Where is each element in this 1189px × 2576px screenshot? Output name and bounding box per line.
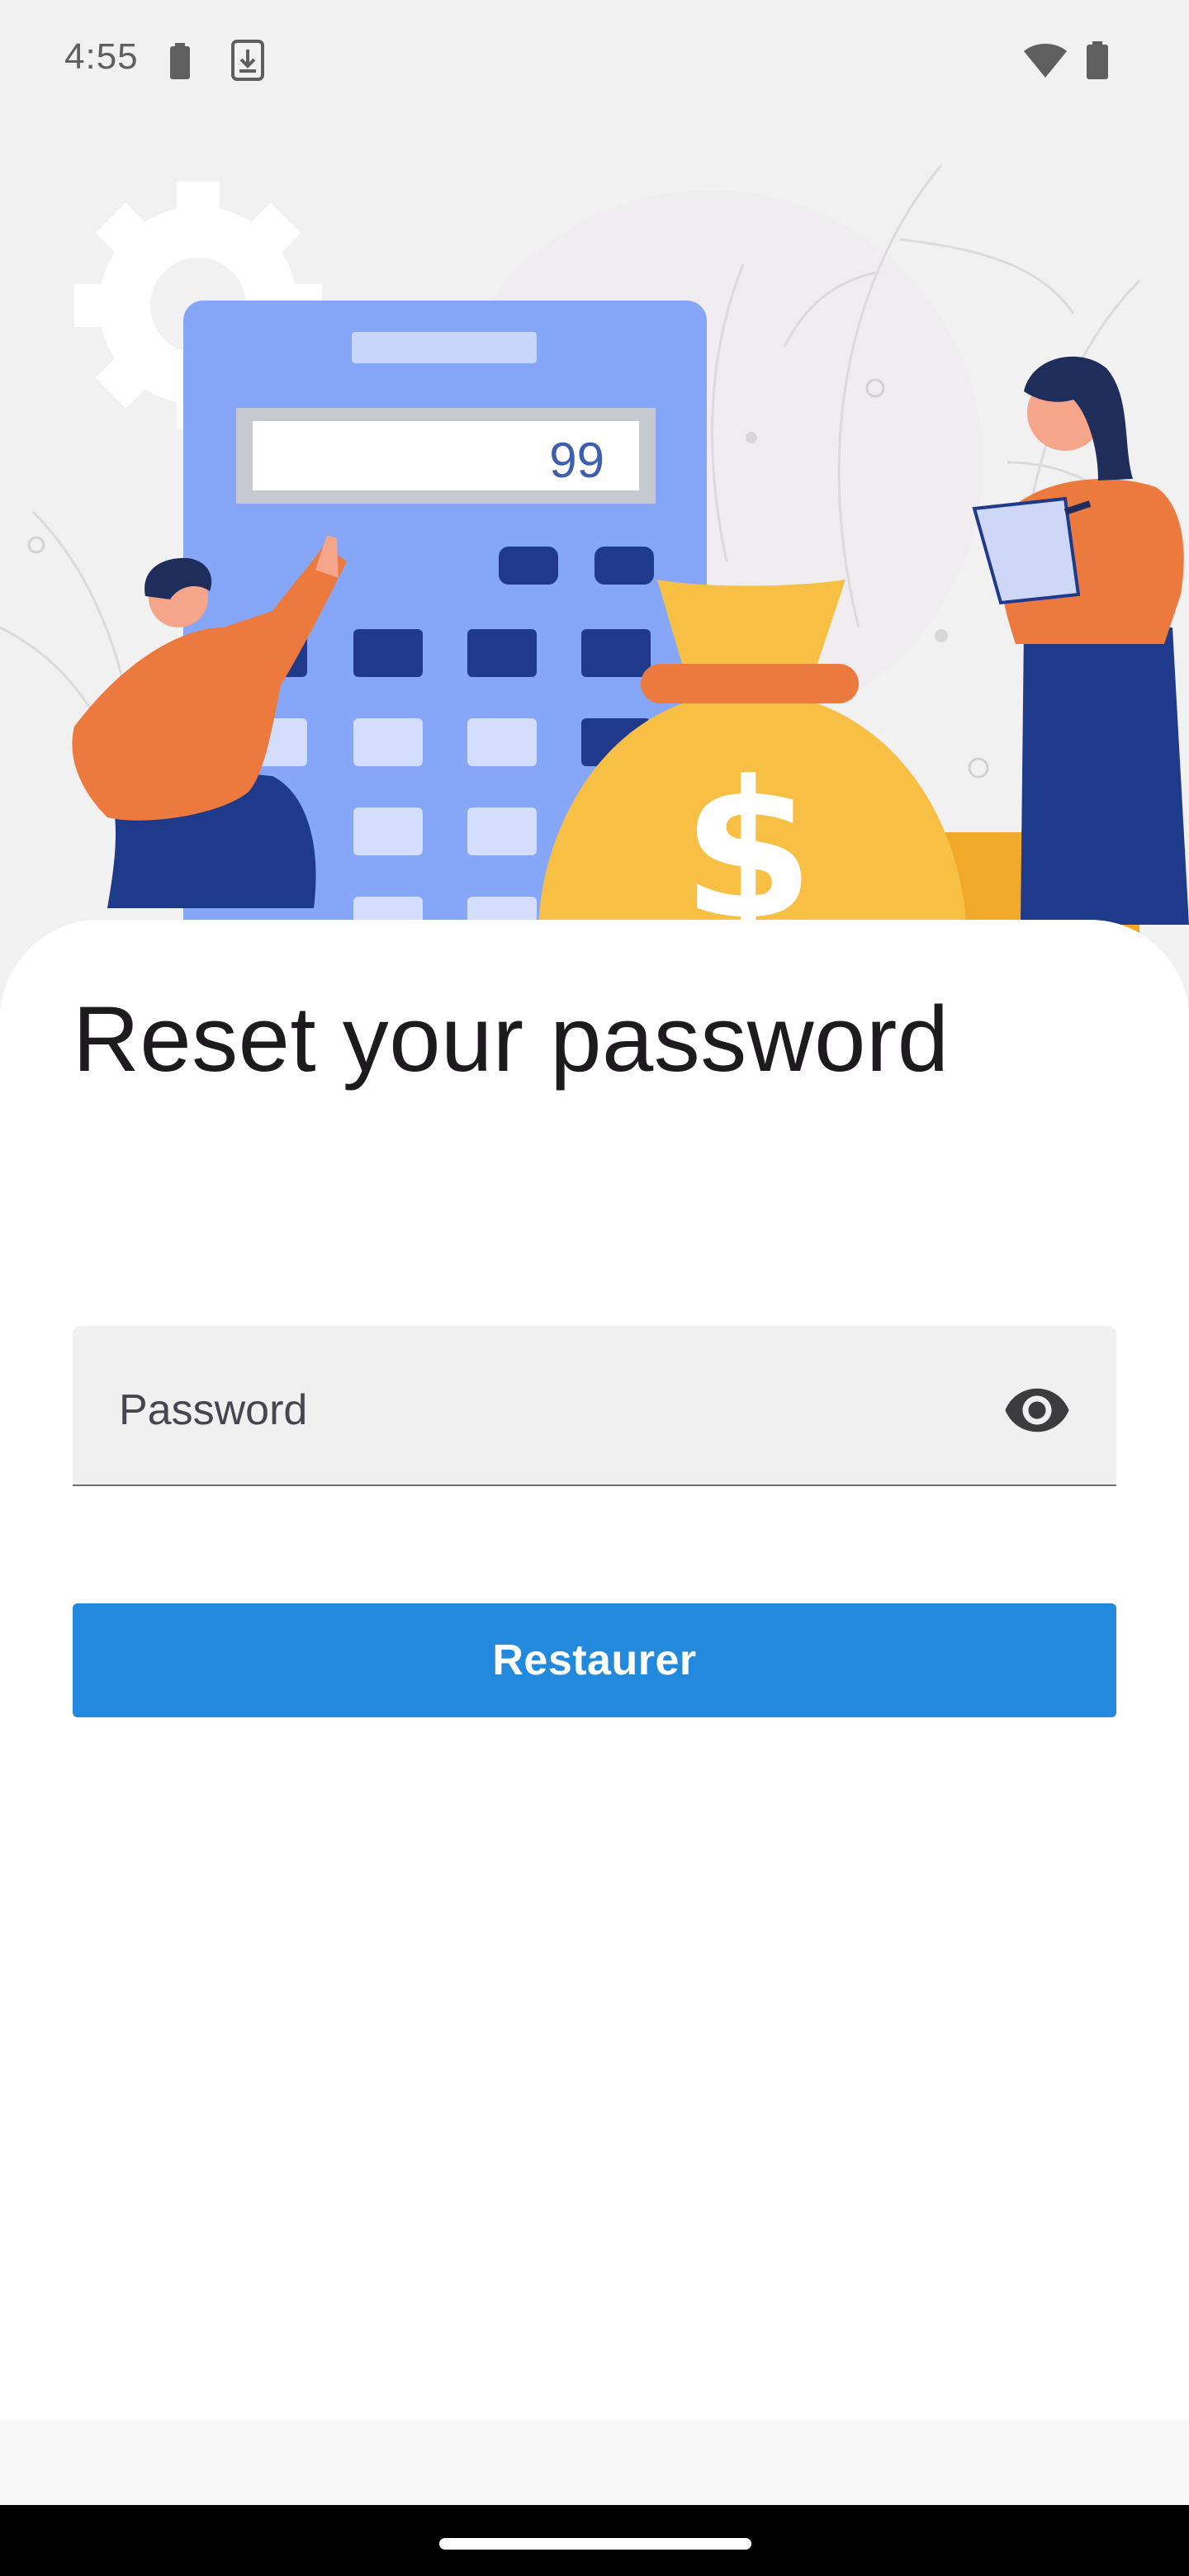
reset-password-screen: 99 $ 4:55 Reset your password Restaurer — [0, 0, 1189, 2576]
bottom-strip — [0, 2419, 1189, 2505]
navigation-bar — [0, 2505, 1189, 2576]
page-title: Reset your password — [73, 987, 950, 1091]
finance-illustration: 99 $ — [0, 0, 1189, 1024]
download-icon — [231, 40, 264, 81]
eye-icon[interactable] — [1002, 1376, 1072, 1445]
status-time: 4:55 — [64, 36, 139, 77]
battery-icon — [1087, 41, 1108, 79]
home-indicator[interactable] — [439, 2538, 751, 2550]
password-input[interactable] — [119, 1377, 945, 1443]
status-bar: 4:55 — [0, 0, 1189, 116]
reset-sheet: Reset your password Restaurer — [0, 920, 1189, 2419]
restore-button[interactable]: Restaurer — [73, 1603, 1116, 1717]
battery-small-icon — [170, 43, 190, 79]
calculator-display: 99 — [549, 433, 604, 488]
wifi-icon — [1024, 44, 1067, 78]
password-field[interactable] — [73, 1326, 1116, 1486]
